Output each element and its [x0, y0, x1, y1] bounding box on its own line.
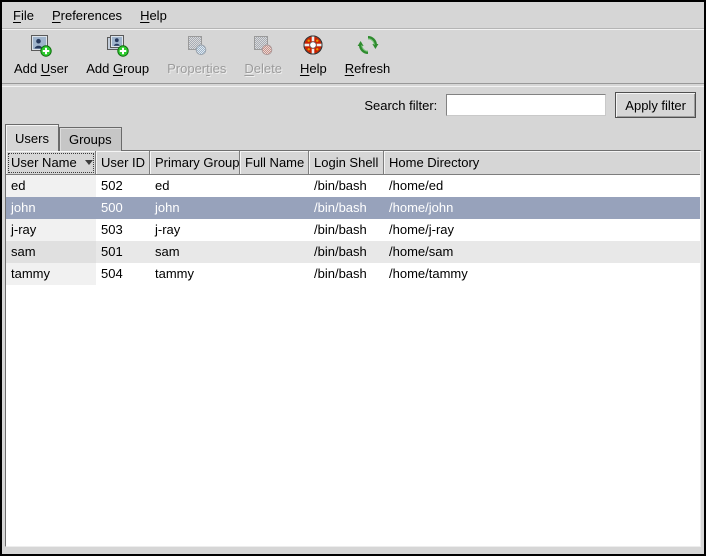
- column-header-primary-group[interactable]: Primary Group: [150, 151, 240, 175]
- refresh-icon: [356, 34, 380, 58]
- table-cell: 502: [96, 175, 150, 197]
- tab-users[interactable]: Users: [5, 124, 59, 151]
- table-row[interactable]: tammy 504 tammy /bin/bash /home/tammy: [6, 263, 700, 285]
- table-cell: 500: [96, 197, 150, 219]
- table-cell: tammy: [150, 263, 240, 285]
- help-icon: [301, 34, 325, 58]
- table-cell: /bin/bash: [309, 263, 384, 285]
- table-cell: /home/ed: [384, 175, 700, 197]
- table-cell: /bin/bash: [309, 197, 384, 219]
- sort-arrow-icon: [85, 160, 93, 165]
- table-row[interactable]: j-ray 503 j-ray /bin/bash /home/j-ray: [6, 219, 700, 241]
- refresh-label: Refresh: [345, 61, 391, 76]
- delete-button: Delete: [236, 31, 290, 79]
- table-header: User Name User ID Primary Group Full Nam…: [6, 151, 700, 175]
- table-cell: /home/j-ray: [384, 219, 700, 241]
- users-table: User Name User ID Primary Group Full Nam…: [5, 150, 701, 547]
- add-user-button[interactable]: Add User: [6, 31, 76, 79]
- table-cell: /home/john: [384, 197, 700, 219]
- user-manager-window: File Preferences Help Add User: [0, 0, 706, 556]
- properties-icon: [185, 34, 209, 58]
- filter-row: Search filter: Apply filter: [2, 87, 704, 123]
- search-filter-input[interactable]: [446, 94, 606, 116]
- table-cell: /home/sam: [384, 241, 700, 263]
- menu-file[interactable]: File: [4, 4, 43, 27]
- table-cell: j-ray: [6, 219, 96, 241]
- table-cell: /bin/bash: [309, 219, 384, 241]
- table-row[interactable]: sam 501 sam /bin/bash /home/sam: [6, 241, 700, 263]
- add-user-label: Add User: [14, 61, 68, 76]
- table-cell: ed: [6, 175, 96, 197]
- table-cell: [240, 241, 309, 263]
- table-cell: /home/tammy: [384, 263, 700, 285]
- menu-help[interactable]: Help: [131, 4, 176, 27]
- column-header-home-directory[interactable]: Home Directory: [384, 151, 700, 175]
- table-cell: j-ray: [150, 219, 240, 241]
- delete-label: Delete: [244, 61, 282, 76]
- properties-label: Properties: [167, 61, 226, 76]
- table-cell: [240, 219, 309, 241]
- properties-button: Properties: [159, 31, 234, 79]
- menu-bar: File Preferences Help: [2, 2, 704, 29]
- table-cell: 504: [96, 263, 150, 285]
- table-cell: [240, 263, 309, 285]
- search-filter-label: Search filter:: [364, 98, 437, 113]
- add-user-icon: [29, 34, 53, 58]
- add-group-icon: [106, 34, 130, 58]
- add-group-label: Add Group: [86, 61, 149, 76]
- column-header-full-name[interactable]: Full Name: [240, 151, 309, 175]
- table-cell: /bin/bash: [309, 175, 384, 197]
- table-cell: 503: [96, 219, 150, 241]
- table-cell: [240, 175, 309, 197]
- table-cell: john: [150, 197, 240, 219]
- column-header-login-shell[interactable]: Login Shell: [309, 151, 384, 175]
- table-cell: 501: [96, 241, 150, 263]
- toolbar: Add User Add Group: [2, 29, 704, 83]
- table-cell: sam: [150, 241, 240, 263]
- table-cell: /bin/bash: [309, 241, 384, 263]
- tab-strip: Users Groups: [2, 123, 704, 150]
- table-row-selected[interactable]: john 500 john /bin/bash /home/john: [6, 197, 700, 219]
- table-body: ed 502 ed /bin/bash /home/ed john 500 jo…: [6, 175, 700, 546]
- column-header-user-name[interactable]: User Name: [6, 151, 96, 175]
- table-row[interactable]: ed 502 ed /bin/bash /home/ed: [6, 175, 700, 197]
- table-cell: john: [6, 197, 96, 219]
- menu-preferences[interactable]: Preferences: [43, 4, 131, 27]
- help-button[interactable]: Help: [292, 31, 335, 79]
- apply-filter-button[interactable]: Apply filter: [615, 92, 696, 118]
- table-cell: ed: [150, 175, 240, 197]
- table-cell: tammy: [6, 263, 96, 285]
- add-group-button[interactable]: Add Group: [78, 31, 157, 79]
- table-cell: [240, 197, 309, 219]
- column-header-user-id[interactable]: User ID: [96, 151, 150, 175]
- help-label: Help: [300, 61, 327, 76]
- table-cell: sam: [6, 241, 96, 263]
- refresh-button[interactable]: Refresh: [337, 31, 399, 79]
- delete-icon: [251, 34, 275, 58]
- tab-groups[interactable]: Groups: [59, 127, 122, 151]
